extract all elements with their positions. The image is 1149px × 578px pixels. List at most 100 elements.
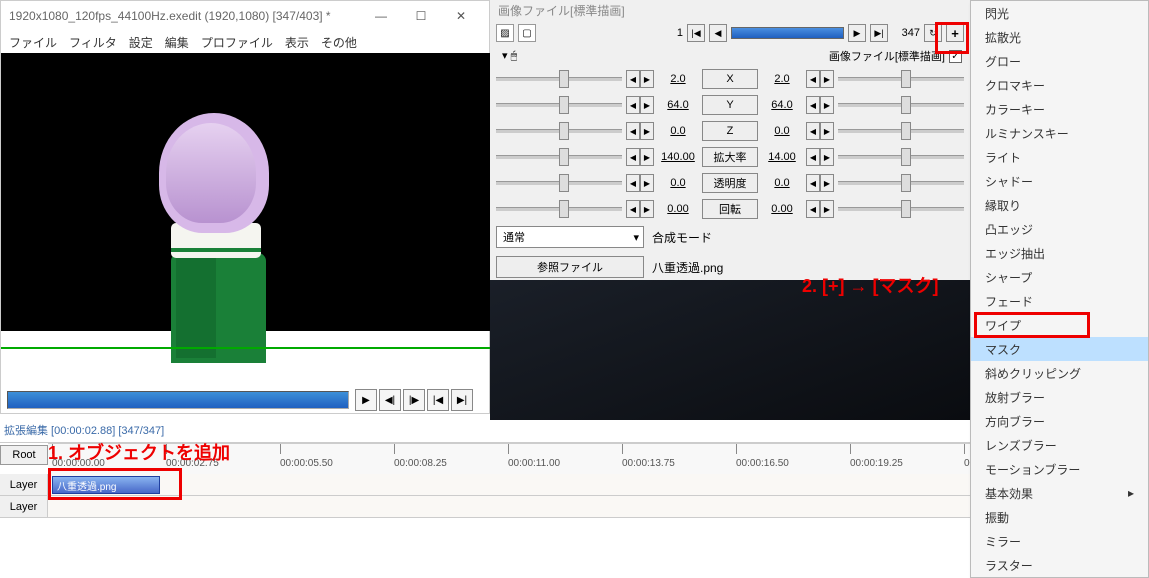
menu-item-グロー[interactable]: グロー (971, 49, 1148, 73)
menu-item-斜めクリッピング[interactable]: 斜めクリッピング (971, 361, 1148, 385)
menu-item-シャドー[interactable]: シャドー (971, 169, 1148, 193)
value-left[interactable]: 0.0 (658, 177, 698, 189)
menu-settings[interactable]: 設定 (129, 34, 153, 51)
menu-item-ライト[interactable]: ライト (971, 145, 1148, 169)
minimize-button[interactable]: — (361, 4, 401, 28)
param-button[interactable]: Y (702, 95, 758, 115)
inc-button-r[interactable]: ▶ (820, 174, 834, 192)
value-left[interactable]: 0.00 (658, 203, 698, 215)
frame-progress[interactable] (731, 27, 844, 39)
param-button[interactable]: 拡大率 (702, 147, 758, 167)
inc-button-r[interactable]: ▶ (820, 96, 834, 114)
slider-left[interactable] (496, 122, 622, 140)
menu-item-フェード[interactable]: フェード (971, 289, 1148, 313)
tool-icon-2[interactable]: ▢ (518, 24, 536, 42)
dec-button-r[interactable]: ◀ (806, 122, 820, 140)
slider-left[interactable] (496, 148, 622, 166)
dec-button[interactable]: ◀ (626, 174, 640, 192)
slider-right[interactable] (838, 70, 964, 88)
next-frame-button[interactable]: |▶ (403, 389, 425, 411)
menu-file[interactable]: ファイル (9, 34, 57, 51)
menu-item-拡散光[interactable]: 拡散光 (971, 25, 1148, 49)
frame-last-button[interactable]: ▶| (870, 24, 888, 42)
dec-button[interactable]: ◀ (626, 148, 640, 166)
menu-item-レンズブラー[interactable]: レンズブラー (971, 433, 1148, 457)
menu-item-ラスター[interactable]: ラスター (971, 553, 1148, 577)
maximize-button[interactable]: ☐ (401, 4, 441, 28)
slider-right[interactable] (838, 96, 964, 114)
inc-button[interactable]: ▶ (640, 70, 654, 88)
layer-label[interactable]: Layer (0, 496, 48, 517)
play-button[interactable]: ▶ (355, 389, 377, 411)
value-right[interactable]: 0.00 (762, 203, 802, 215)
slider-right[interactable] (838, 148, 964, 166)
inc-button-r[interactable]: ▶ (820, 122, 834, 140)
value-right[interactable]: 0.0 (762, 125, 802, 137)
dec-button[interactable]: ◀ (626, 96, 640, 114)
dec-button-r[interactable]: ◀ (806, 200, 820, 218)
menu-item-基本効果[interactable]: 基本効果▸ (971, 481, 1148, 505)
dec-button[interactable]: ◀ (626, 70, 640, 88)
menu-item-クロマキー[interactable]: クロマキー (971, 73, 1148, 97)
slider-left[interactable] (496, 70, 622, 88)
dec-button-r[interactable]: ◀ (806, 96, 820, 114)
slider-right[interactable] (838, 122, 964, 140)
menu-item-エッジ抽出[interactable]: エッジ抽出 (971, 241, 1148, 265)
value-left[interactable]: 140.00 (658, 151, 698, 163)
close-button[interactable]: ✕ (441, 4, 481, 28)
menu-item-ルミナンスキー[interactable]: ルミナンスキー (971, 121, 1148, 145)
inc-button[interactable]: ▶ (640, 200, 654, 218)
seekbar[interactable] (7, 391, 349, 409)
value-left[interactable]: 0.0 (658, 125, 698, 137)
menu-item-モーションブラー[interactable]: モーションブラー (971, 457, 1148, 481)
slider-left[interactable] (496, 96, 622, 114)
dec-button-r[interactable]: ◀ (806, 148, 820, 166)
dec-button[interactable]: ◀ (626, 200, 640, 218)
menu-item-カラーキー[interactable]: カラーキー (971, 97, 1148, 121)
slider-left[interactable] (496, 174, 622, 192)
value-right[interactable]: 2.0 (762, 73, 802, 85)
menu-item-凸エッジ[interactable]: 凸エッジ (971, 217, 1148, 241)
param-button[interactable]: X (702, 69, 758, 89)
dec-button[interactable]: ◀ (626, 122, 640, 140)
menu-item-振動[interactable]: 振動 (971, 505, 1148, 529)
menu-item-シャープ[interactable]: シャープ (971, 265, 1148, 289)
value-left[interactable]: 2.0 (658, 73, 698, 85)
ref-file-button[interactable]: 参照ファイル (496, 256, 644, 278)
value-right[interactable]: 64.0 (762, 99, 802, 111)
menu-item-方向ブラー[interactable]: 方向ブラー (971, 409, 1148, 433)
param-button[interactable]: Z (702, 121, 758, 141)
menu-item-ミラー[interactable]: ミラー (971, 529, 1148, 553)
frame-next-button[interactable]: ▶ (848, 24, 866, 42)
frame-first-button[interactable]: |◀ (687, 24, 705, 42)
inc-button-r[interactable]: ▶ (820, 148, 834, 166)
goto-end-button[interactable]: ▶| (451, 389, 473, 411)
inc-button[interactable]: ▶ (640, 96, 654, 114)
dec-button-r[interactable]: ◀ (806, 174, 820, 192)
menu-item-閃光[interactable]: 閃光 (971, 1, 1148, 25)
tool-icon-1[interactable]: ▨ (496, 24, 514, 42)
layer-label[interactable]: Layer (0, 474, 48, 495)
slider-left[interactable] (496, 200, 622, 218)
slider-right[interactable] (838, 174, 964, 192)
slider-right[interactable] (838, 200, 964, 218)
value-right[interactable]: 14.00 (762, 151, 802, 163)
value-left[interactable]: 64.0 (658, 99, 698, 111)
inc-button-r[interactable]: ▶ (820, 70, 834, 88)
frame-prev-button[interactable]: ◀ (709, 24, 727, 42)
inc-button[interactable]: ▶ (640, 174, 654, 192)
menu-filter[interactable]: フィルタ (69, 34, 117, 51)
blend-mode-dropdown[interactable]: 通常 (496, 226, 644, 248)
param-button[interactable]: 回転 (702, 199, 758, 219)
inc-button[interactable]: ▶ (640, 148, 654, 166)
inc-button-r[interactable]: ▶ (820, 200, 834, 218)
prev-frame-button[interactable]: ◀| (379, 389, 401, 411)
menu-view[interactable]: 表示 (285, 34, 309, 51)
menu-other[interactable]: その他 (321, 34, 357, 51)
menu-item-縁取り[interactable]: 縁取り (971, 193, 1148, 217)
root-button[interactable]: Root (0, 445, 48, 465)
goto-start-button[interactable]: |◀ (427, 389, 449, 411)
dec-button-r[interactable]: ◀ (806, 70, 820, 88)
menu-profile[interactable]: プロファイル (201, 34, 273, 51)
menu-edit[interactable]: 編集 (165, 34, 189, 51)
